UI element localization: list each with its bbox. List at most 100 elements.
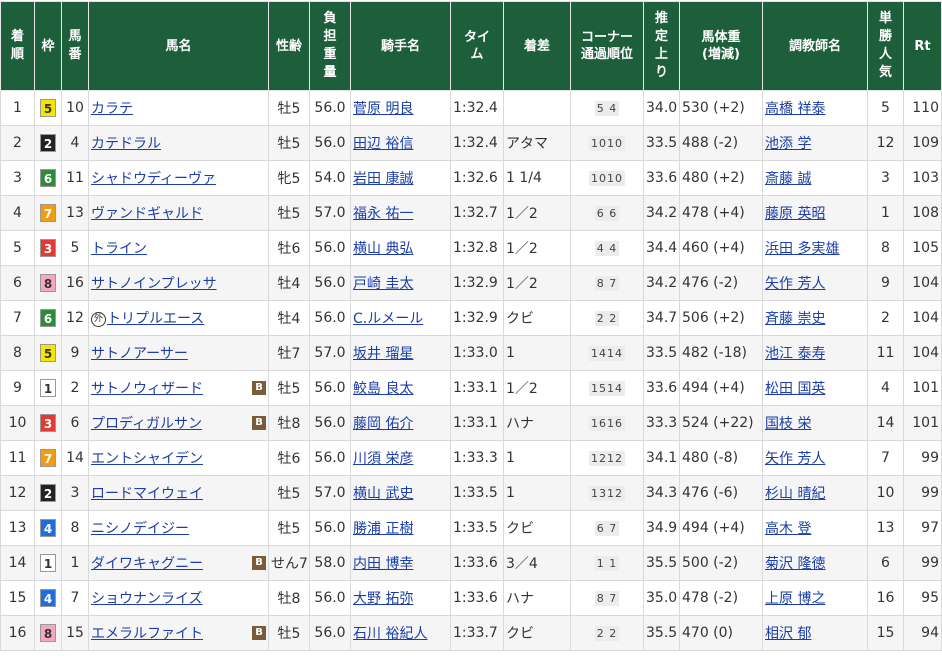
last3f-cell: 33.6 xyxy=(643,370,680,406)
horse-name-link[interactable]: カテドラル xyxy=(91,136,161,152)
popularity-cell: 11 xyxy=(867,335,904,371)
jockey-cell: C.ルメール xyxy=(350,300,451,336)
table-row: 6 8 16 サトノインプレッサ 牡4 56.0 戸崎 圭太 1:32.9 1／… xyxy=(0,265,942,301)
frame-badge: 4 xyxy=(40,589,56,607)
trainer-link[interactable]: 高木 登 xyxy=(765,521,811,537)
horse-name-link[interactable]: エメラルファイト xyxy=(91,626,203,642)
frame-badge: 6 xyxy=(40,309,56,327)
frame-badge: 4 xyxy=(40,519,56,537)
jockey-link[interactable]: 坂井 瑠星 xyxy=(353,346,413,362)
trainer-link[interactable]: 杉山 晴紀 xyxy=(765,486,825,502)
horse-name-link[interactable]: ニシノデイジー xyxy=(91,521,189,537)
trainer-link[interactable]: 池江 泰寿 xyxy=(765,346,825,362)
jockey-link[interactable]: 藤岡 佑介 xyxy=(353,416,413,432)
rank-cell: 1 xyxy=(0,90,35,126)
corner-positions: 1010 xyxy=(589,171,625,186)
popularity-cell: 16 xyxy=(867,580,904,616)
trainer-link[interactable]: 菊沢 隆徳 xyxy=(765,556,825,572)
jockey-link[interactable]: 石川 裕紀人 xyxy=(353,626,427,642)
frame-cell: 7 xyxy=(34,195,62,231)
trainer-cell: 矢作 芳人 xyxy=(762,440,868,476)
corner-positions: 2 2 xyxy=(594,311,620,326)
trainer-link[interactable]: 国枝 栄 xyxy=(765,416,811,432)
bodyweight-cell: 530 (+2) xyxy=(679,90,763,126)
popularity-cell: 15 xyxy=(867,615,904,651)
header-horse: 馬名 xyxy=(88,1,269,91)
jockey-link[interactable]: 田辺 裕信 xyxy=(353,136,413,152)
trainer-link[interactable]: 相沢 郁 xyxy=(765,626,811,642)
rank-cell: 7 xyxy=(0,300,35,336)
table-row: 12 2 3 ロードマイウェイ 牡5 57.0 横山 武史 1:33.5 1 1… xyxy=(0,475,942,511)
trainer-link[interactable]: 藤原 英昭 xyxy=(765,206,825,222)
header-row: 着順 枠 馬番 馬名 性齢 負担重量 騎手名 タイム 着差 コーナー 通過順位 推… xyxy=(0,1,942,91)
trainer-link[interactable]: 矢作 芳人 xyxy=(765,451,825,467)
header-rank: 着順 xyxy=(0,1,35,91)
horse-name-link[interactable]: サトノウィザード xyxy=(91,381,203,397)
jockey-link[interactable]: 鮫島 良太 xyxy=(353,381,413,397)
horse-name-link[interactable]: カラテ xyxy=(91,101,133,117)
horse-name-cell: エメラルファイト B xyxy=(88,615,269,651)
bodyweight-cell: 480 (-8) xyxy=(679,440,763,476)
horse-name-link[interactable]: サトノインプレッサ xyxy=(91,276,217,292)
popularity-cell: 12 xyxy=(867,125,904,161)
trainer-cell: 相沢 郁 xyxy=(762,615,868,651)
trainer-link[interactable]: 上原 博之 xyxy=(765,591,825,607)
trainer-link[interactable]: 池添 学 xyxy=(765,136,811,152)
horse-name-link[interactable]: ショウナンライズ xyxy=(91,591,203,607)
jockey-link[interactable]: 岩田 康誠 xyxy=(353,171,413,187)
time-cell: 1:33.7 xyxy=(450,615,504,651)
popularity-cell: 1 xyxy=(867,195,904,231)
trainer-link[interactable]: 斉藤 崇史 xyxy=(765,311,825,327)
jockey-link[interactable]: 横山 武史 xyxy=(353,486,413,502)
header-last3f: 推定上り xyxy=(643,1,680,91)
popularity-cell: 2 xyxy=(867,300,904,336)
jockey-link[interactable]: 横山 典弘 xyxy=(353,241,413,257)
last3f-cell: 33.6 xyxy=(643,160,680,196)
trainer-link[interactable]: 高橋 祥泰 xyxy=(765,101,825,117)
jockey-link[interactable]: C.ルメール xyxy=(353,311,423,327)
jockey-link[interactable]: 川須 栄彦 xyxy=(353,451,413,467)
jockey-cell: 藤岡 佑介 xyxy=(350,405,451,441)
rank-cell: 4 xyxy=(0,195,35,231)
corner-positions: 1514 xyxy=(589,381,625,396)
horse-name-link[interactable]: ヴァンドギャルド xyxy=(91,206,203,222)
rank-cell: 10 xyxy=(0,405,35,441)
jockey-link[interactable]: 勝浦 正樹 xyxy=(353,521,413,537)
trainer-link[interactable]: 松田 国英 xyxy=(765,381,825,397)
jockey-link[interactable]: 菅原 明良 xyxy=(353,101,413,117)
horse-name-link[interactable]: サトノアーサー xyxy=(91,346,188,362)
horse-name-link[interactable]: トリプルエース xyxy=(107,311,204,327)
rank-cell: 16 xyxy=(0,615,35,651)
trainer-cell: 浜田 多実雄 xyxy=(762,230,868,266)
trainer-link[interactable]: 矢作 芳人 xyxy=(765,276,825,292)
popularity-cell: 7 xyxy=(867,440,904,476)
table-row: 5 3 5 トライン 牡6 56.0 横山 典弘 1:32.8 1／2 4 4 … xyxy=(0,230,942,266)
horse-name-link[interactable]: エントシャイデン xyxy=(91,451,203,467)
horse-name-link[interactable]: ロードマイウェイ xyxy=(91,486,203,502)
margin-cell: 1 xyxy=(503,475,571,511)
frame-cell: 1 xyxy=(34,545,62,581)
frame-badge: 8 xyxy=(40,624,56,642)
jockey-link[interactable]: 内田 博幸 xyxy=(353,556,413,572)
jockey-link[interactable]: 福永 祐一 xyxy=(353,206,413,222)
header-num: 馬番 xyxy=(61,1,89,91)
time-cell: 1:32.9 xyxy=(450,300,504,336)
corner-positions: 8 7 xyxy=(594,591,620,606)
header-margin: 着差 xyxy=(503,1,571,91)
last3f-cell: 34.7 xyxy=(643,300,680,336)
sex-age-cell: 牡8 xyxy=(268,405,310,441)
horse-name-link[interactable]: ダイワキャグニー xyxy=(91,556,203,572)
corner-cell: 1010 xyxy=(570,125,644,161)
jockey-link[interactable]: 大野 拓弥 xyxy=(353,591,413,607)
header-corner: コーナー 通過順位 xyxy=(570,1,644,91)
last3f-cell: 33.5 xyxy=(643,125,680,161)
horse-name-link[interactable]: トライン xyxy=(91,241,147,257)
horse-name-link[interactable]: シャドウディーヴァ xyxy=(91,171,216,187)
horse-name-link[interactable]: プロディガルサン xyxy=(91,416,202,432)
trainer-cell: 上原 博之 xyxy=(762,580,868,616)
corner-cell: 1212 xyxy=(570,440,644,476)
trainer-cell: 高橋 祥泰 xyxy=(762,90,868,126)
trainer-link[interactable]: 斎藤 誠 xyxy=(765,171,811,187)
trainer-link[interactable]: 浜田 多実雄 xyxy=(765,241,839,257)
jockey-link[interactable]: 戸崎 圭太 xyxy=(353,276,413,292)
